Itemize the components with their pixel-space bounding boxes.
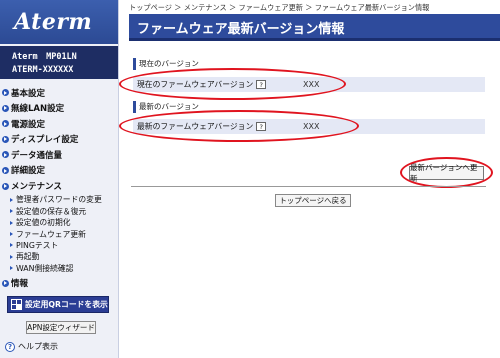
submenu-item-label: 設定値の保存＆復元 [16,206,87,216]
model-name: Aterm MP01LN [12,52,77,62]
help-icon: ? [5,341,15,352]
back-to-top-button[interactable]: トップページへ戻る [275,194,351,207]
arrow-bullet-icon [2,182,9,190]
sidebar-item-label: 情報 [11,279,29,290]
sidebar-item-label: 詳細設定 [11,166,46,177]
title-bar: ファームウェア最新バージョン情報 [129,14,500,41]
qr-button-label: 設定用QRコードを表示 [25,300,108,309]
sidebar-item-basic-settings[interactable]: 基本設定 [0,86,118,99]
sidebar-item-label: データ通信量 [11,150,63,161]
aterm-logo: Aterm [14,9,93,35]
submenu-item-wan-check[interactable]: WAN側接続確認 [10,263,118,274]
submenu-item-label: PINGテスト [16,240,59,250]
sidebar-item-power-settings[interactable]: 電源設定 [0,117,118,130]
arrow-bullet-icon [2,151,9,159]
sidebar: Aterm Aterm MP01LN ATERM-XXXXXX 基本設定 無線L… [0,0,119,358]
sidebar-item-info[interactable]: 情報 [0,277,118,290]
triangle-right-icon [10,232,13,237]
sidebar-item-display-settings[interactable]: ディスプレイ設定 [0,133,118,146]
logo-area: Aterm [0,0,118,44]
help-label: ヘルプ表示 [18,342,58,351]
sidebar-item-label: メンテナンス [11,182,62,193]
arrow-bullet-icon [2,279,9,287]
submenu-item-admin-password[interactable]: 管理者パスワードの変更 [10,194,118,205]
submenu-item-factory-reset[interactable]: 設定値の初期化 [10,217,118,228]
submenu-item-label: ファームウェア更新 [16,229,86,239]
model-info: Aterm MP01LN ATERM-XXXXXX [0,46,118,79]
arrow-bullet-icon [2,89,9,96]
highlight-circle [119,68,346,100]
submenu-item-label: 再起動 [16,252,40,262]
submenu-item-save-restore[interactable]: 設定値の保存＆復元 [10,206,118,217]
triangle-right-icon [10,266,13,271]
submenu-item-label: 管理者パスワードの変更 [16,195,102,205]
arrow-bullet-icon [2,120,9,128]
highlight-circle [119,110,359,142]
sidebar-item-label: 無線LAN設定 [11,104,65,115]
qr-code-icon [11,299,22,310]
sidebar-item-advanced-settings[interactable]: 詳細設定 [0,164,118,177]
help-toggle[interactable]: ? ヘルプ表示 [5,341,58,352]
triangle-right-icon [10,220,13,225]
breadcrumb[interactable]: トップページ ＞ メンテナンス ＞ ファームウェア更新 ＞ ファームウェア最新バ… [129,3,429,13]
sidebar-item-label: ディスプレイ設定 [11,135,79,146]
apn-wizard-button[interactable]: APN設定ウィザード [26,321,96,334]
sidebar-item-label: 電源設定 [11,119,46,130]
device-id: ATERM-XXXXXX [12,65,74,75]
triangle-right-icon [10,254,13,259]
show-qr-code-button[interactable]: 設定用QRコードを表示 [7,296,109,313]
maintenance-submenu: 管理者パスワードの変更 設定値の保存＆復元 設定値の初期化 ファームウェア更新 … [10,194,118,274]
submenu-item-ping-test[interactable]: PINGテスト [10,240,118,251]
main-content: トップページ ＞ メンテナンス ＞ ファームウェア更新 ＞ ファームウェア最新バ… [119,0,500,358]
page-title: ファームウェア最新バージョン情報 [137,22,345,37]
sidebar-item-label: 基本設定 [11,88,46,99]
submenu-item-label: 設定値の初期化 [16,218,71,228]
arrow-bullet-icon [2,135,9,143]
highlight-circle [400,157,493,188]
arrow-bullet-icon [2,104,9,112]
triangle-right-icon [10,197,13,202]
arrow-bullet-icon [2,166,9,174]
divider [131,186,486,187]
submenu-item-reboot[interactable]: 再起動 [10,251,118,262]
sidebar-item-data-usage[interactable]: データ通信量 [0,148,118,161]
sidebar-item-maintenance[interactable]: メンテナンス [0,180,118,193]
triangle-right-icon [10,209,13,214]
sidebar-nav: 基本設定 無線LAN設定 電源設定 ディスプレイ設定 データ通信量 詳細設定 メ… [0,86,118,290]
sidebar-item-wlan-settings[interactable]: 無線LAN設定 [0,102,118,115]
submenu-item-firmware-update[interactable]: ファームウェア更新 [10,228,118,239]
submenu-item-label: WAN側接続確認 [16,263,74,273]
triangle-right-icon [10,243,13,248]
